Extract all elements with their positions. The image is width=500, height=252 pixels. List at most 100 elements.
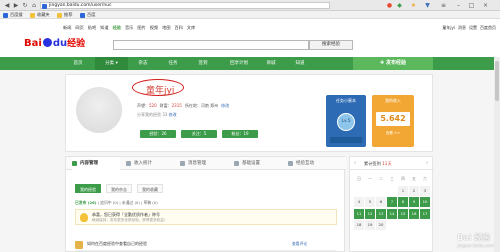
- content-subtabs: 我的经验 我的杂志 我的收藏: [75, 184, 163, 193]
- nav-link[interactable]: 网页: [75, 25, 83, 31]
- nav-link[interactable]: 地图: [162, 25, 170, 31]
- messages-link[interactable]: 消息: [458, 25, 466, 31]
- income-card[interactable]: 我的收入 5.642 查看 >>: [372, 95, 414, 147]
- scrollbar-thumb[interactable]: [495, 61, 499, 101]
- income-detail-link[interactable]: 查看 >>: [372, 131, 414, 136]
- experience-count-pill[interactable]: 经验：26: [140, 130, 176, 138]
- calendar-day-checked[interactable]: 8: [398, 197, 408, 207]
- weekday-label: 四: [401, 176, 405, 181]
- nav-link[interactable]: 视频: [150, 25, 158, 31]
- baidu-jingyan-logo[interactable]: Bai du经验: [24, 38, 85, 50]
- nav-magazine[interactable]: 杂志: [130, 57, 156, 70]
- bookmark-item[interactable]: 收藏夹: [30, 12, 50, 18]
- nav-category[interactable]: 分类 ▾: [95, 57, 128, 70]
- nav-link-active[interactable]: 经验: [113, 25, 121, 31]
- nav-link[interactable]: 新闻: [63, 25, 71, 31]
- bookmark-item[interactable]: 百度搜: [3, 12, 23, 18]
- tab-basic-settings[interactable]: 基础设置: [234, 157, 282, 170]
- calendar-day[interactable]: 2: [409, 185, 419, 196]
- notice-description: 继续保持，发布更多优质经验，获得更多收益！: [92, 218, 168, 222]
- nav-home[interactable]: 首页: [65, 57, 91, 70]
- extension-icon[interactable]: ●: [386, 2, 393, 9]
- calendar-day-checked[interactable]: 16: [409, 208, 419, 219]
- close-icon[interactable]: ×: [482, 2, 489, 9]
- calendar-day[interactable]: 5: [365, 197, 375, 207]
- address-bar[interactable]: jingyan.baidu.com/user/nuc: [40, 2, 330, 9]
- interaction-icon: [288, 161, 293, 166]
- star-icon[interactable]: ★: [410, 2, 417, 9]
- profile-username[interactable]: 童年jyi: [146, 83, 174, 96]
- calendar-day-checked[interactable]: 13: [376, 208, 386, 219]
- edit-signature-link[interactable]: 修改: [169, 112, 177, 117]
- list-icon: [72, 161, 77, 166]
- bookmark-item[interactable]: 推荐: [57, 12, 72, 18]
- nav-link[interactable]: 文库: [187, 25, 195, 31]
- tab-content-manage[interactable]: 内容管理: [72, 157, 120, 170]
- profile-card: 童年jyi 声望：520 财富：2315 所在地：河南 郑州 修改 分享我的经验…: [65, 74, 433, 152]
- calendar-day-checked[interactable]: 17: [420, 208, 430, 219]
- calendar-day-checked[interactable]: 15: [398, 208, 408, 219]
- list-item[interactable]: 如何在百度经验中查看自己的经验 查看评论: [75, 239, 337, 251]
- edit-link[interactable]: 修改: [221, 103, 229, 109]
- avatar[interactable]: [76, 87, 122, 133]
- calendar-day[interactable]: 19: [365, 220, 375, 230]
- forward-icon[interactable]: ▶: [12, 2, 20, 9]
- bookmarks-bar: 百度搜 收藏夹 推荐 百度: [0, 11, 500, 19]
- subtab-my-favorites[interactable]: 我的收藏: [137, 184, 163, 193]
- calendar-day[interactable]: 1: [398, 185, 408, 196]
- nav-link[interactable]: 知道: [100, 25, 108, 31]
- calendar-day-checked[interactable]: 14: [387, 208, 397, 219]
- minimize-icon[interactable]: –: [455, 2, 462, 9]
- filter-other[interactable]: | 追问中 (0) | 未通过 (0) | 草稿 (0): [98, 200, 158, 205]
- following-count-pill[interactable]: 关注：5: [181, 130, 217, 138]
- menu-icon[interactable]: ≡: [440, 2, 447, 9]
- calendar-day-checked[interactable]: 11: [354, 208, 364, 219]
- nav-zhidao[interactable]: 知道: [287, 57, 313, 70]
- download-icon[interactable]: ▼: [424, 2, 431, 9]
- nav-link[interactable]: 百科: [175, 25, 183, 31]
- article-title[interactable]: 如何在百度经验中查看自己的经验: [87, 241, 147, 247]
- task-book-card[interactable]: 任务小蜜本 Lv.5: [326, 95, 366, 147]
- calendar-day[interactable]: 6: [376, 197, 386, 207]
- chevron-right-icon[interactable]: ›: [426, 157, 428, 170]
- nav-link[interactable]: 音乐: [125, 25, 133, 31]
- publish-experience-button[interactable]: ✚ 发布经验: [353, 57, 433, 70]
- nav-checkin[interactable]: 签到: [190, 57, 216, 70]
- calendar-day-checked[interactable]: 9: [409, 197, 419, 207]
- tab-interaction[interactable]: 经验互动: [288, 157, 340, 170]
- nav-shop[interactable]: 商城: [258, 57, 284, 70]
- baidu-home-link[interactable]: 百度首页: [480, 25, 496, 31]
- refresh-icon[interactable]: ↻: [21, 2, 29, 9]
- calendar-day[interactable]: 20: [376, 220, 386, 230]
- calendar-day[interactable]: 4: [354, 197, 364, 207]
- nav-link[interactable]: 贴吧: [88, 25, 96, 31]
- subtab-my-experience[interactable]: 我的经验: [75, 184, 101, 193]
- calendar-day-checked[interactable]: 12: [365, 208, 375, 219]
- profile-pills: 经验：26 关注：5 粉丝：19: [140, 130, 258, 138]
- subtab-my-magazine[interactable]: 我的杂志: [106, 184, 132, 193]
- settings-link[interactable]: 设置: [469, 25, 477, 31]
- search-button[interactable]: 搜索经验: [309, 40, 353, 50]
- maximize-icon[interactable]: □: [468, 2, 475, 9]
- shield-icon[interactable]: ◆: [396, 2, 403, 9]
- back-icon[interactable]: ◀: [3, 2, 11, 9]
- calendar-day[interactable]: 18: [354, 220, 364, 230]
- nav-reward-plan[interactable]: 回享计划: [220, 57, 258, 70]
- filter-published[interactable]: 已发布 (26): [75, 200, 96, 205]
- tab-income-stats[interactable]: 收入统计: [126, 157, 174, 170]
- calendar-day-checked[interactable]: 7: [387, 197, 397, 207]
- nav-tasks[interactable]: 任务: [160, 57, 186, 70]
- calendar-day[interactable]: 3: [420, 185, 430, 196]
- view-comments-link[interactable]: 查看评论: [292, 241, 307, 247]
- tab-message-manage[interactable]: 消息管理: [180, 157, 228, 170]
- search-input[interactable]: [113, 40, 309, 50]
- calendar-day-checked[interactable]: 10: [420, 197, 430, 207]
- home-icon[interactable]: ⌂: [30, 2, 38, 9]
- fans-count-pill[interactable]: 粉丝：19: [222, 130, 258, 138]
- chevron-left-icon[interactable]: ‹: [354, 157, 356, 170]
- user-name-link[interactable]: 童年jyi: [442, 25, 455, 31]
- nav-link[interactable]: 图片: [137, 25, 145, 31]
- lightbulb-icon: [80, 213, 88, 222]
- bookmark-item[interactable]: 百度: [80, 12, 95, 18]
- page-scrollbar[interactable]: [494, 57, 500, 252]
